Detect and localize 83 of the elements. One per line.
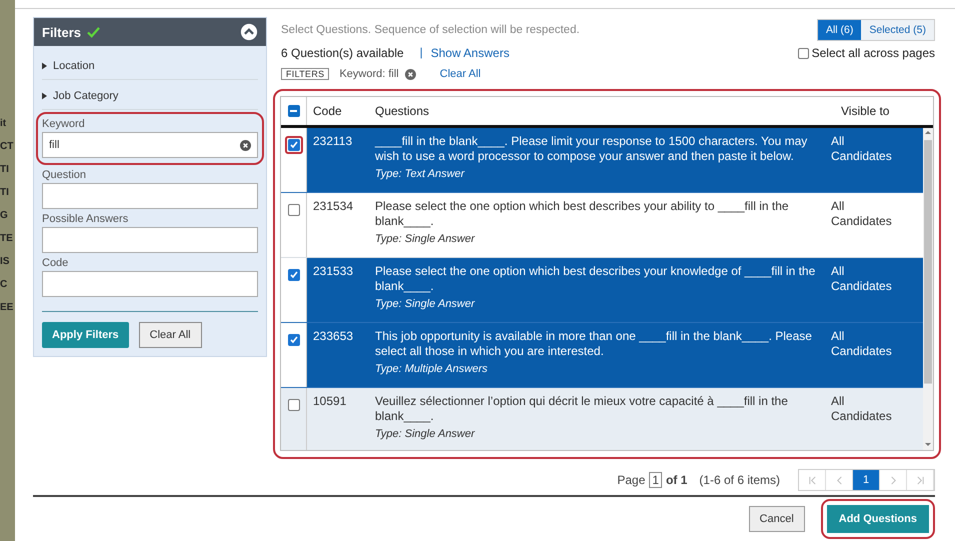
separator: | xyxy=(420,47,423,59)
code-cell: 231534 xyxy=(313,199,354,213)
available-count: 6 Question(s) available xyxy=(281,46,404,60)
field-label: Question xyxy=(42,169,88,181)
remove-icon[interactable] xyxy=(404,68,416,80)
background-text: EE xyxy=(0,302,14,313)
text-field[interactable] xyxy=(42,227,258,253)
question-text: Please select the one option which best describes your ability to ____fill in the blank____. xyxy=(375,199,790,229)
filters-title: Filters xyxy=(42,24,82,40)
question-type: Type: Multiple Answers xyxy=(375,363,488,375)
clear-icon[interactable] xyxy=(240,140,251,150)
caret-icon xyxy=(42,62,47,70)
page-button[interactable]: 1 xyxy=(853,470,880,490)
apply-filters-button[interactable]: Apply Filters xyxy=(42,322,129,348)
visible-to-cell-text: All Candidates xyxy=(831,199,893,229)
question-row[interactable]: 231533 Please select the one option which best describes your knowledge of ____fill in the blank____. Type: Single Answer All Candidates xyxy=(281,258,923,323)
question-type: Type: Text Answer xyxy=(375,168,466,180)
background-text: G xyxy=(0,210,9,221)
background-text: TI xyxy=(0,164,10,175)
column-header: Code xyxy=(312,104,343,118)
visible-to-cell-text: All Candidates xyxy=(831,329,893,359)
question-text: ____fill in the blank____. Please limit your response to 1500 characters. You may wish to use a word processor to compose your answer and then paste it below. xyxy=(375,134,808,164)
instruction-text: Select Questions. Sequence of selection will be respected. xyxy=(281,24,580,36)
first-page-icon xyxy=(808,476,816,484)
background-text: IS xyxy=(0,256,10,267)
chevron-right-icon xyxy=(888,476,898,484)
row-checkbox[interactable] xyxy=(288,269,300,281)
background-text: TE xyxy=(0,233,14,244)
field-label: Possible Answers xyxy=(42,213,130,225)
add-questions-button[interactable]: Add Questions xyxy=(826,505,929,533)
question-row[interactable]: 232113 ____fill in the blank____. Please limit your response to 1500 characters. You may wish to use a word processor to compose your answer and then paste it below. Type: Text Answer All Candidates xyxy=(281,128,923,193)
field-label: Code xyxy=(42,257,70,269)
scrollbar[interactable] xyxy=(923,128,933,450)
background-text: TI xyxy=(0,187,10,198)
code-cell: 231533 xyxy=(313,264,354,278)
clear-all-link[interactable]: Clear All xyxy=(440,68,481,80)
question-type: Type: Single Answer xyxy=(375,428,476,440)
visible-to-cell-text: All Candidates xyxy=(831,134,893,164)
select-all-checkbox[interactable]: Select all across pages xyxy=(798,46,935,60)
filter-section[interactable]: Location xyxy=(42,50,258,80)
view-tab[interactable]: Selected (5) xyxy=(861,20,934,40)
question-row[interactable]: 231534 Please select the one option which best describes your ability to ____fill in the blank____. Type: Single Answer All Candidates xyxy=(281,193,923,258)
code-cell: 233653 xyxy=(313,329,354,343)
filters-tag: FILTERS xyxy=(281,68,330,80)
show-answers-link[interactable]: Show Answers xyxy=(430,46,510,60)
row-checkbox[interactable] xyxy=(288,399,300,411)
view-tab[interactable]: All (6) xyxy=(818,20,862,40)
page-total: of 1 xyxy=(666,473,688,487)
cancel-button[interactable]: Cancel xyxy=(748,506,805,532)
background-text: CT xyxy=(0,141,14,152)
last-page-icon xyxy=(916,476,924,484)
code-cell: 10591 xyxy=(313,394,346,408)
question-type: Type: Single Answer xyxy=(375,233,476,245)
code-cell: 232113 xyxy=(313,134,352,148)
question-text: This job opportunity is available in more than one ____fill in the blank____. Please select all those in which you are interested. xyxy=(375,329,813,359)
question-type: Type: Single Answer xyxy=(375,298,476,310)
question-text: Veuillez sélectionner l’option qui décrit le mieux votre capacité à ____fill in the blank____. xyxy=(375,394,789,424)
row-checkbox[interactable] xyxy=(288,334,300,346)
question-row[interactable]: 10591 Veuillez sélectionner l’option qui décrit le mieux votre capacité à ____fill in the blank____. Type: Single Answer All Candidates xyxy=(281,388,923,450)
page-label: Page xyxy=(617,473,646,487)
question-text: Please select the one option which best describes your knowledge of ____fill in the blank____. xyxy=(375,264,816,294)
chevron-left-icon xyxy=(834,476,844,484)
background-text: C xyxy=(0,279,8,290)
clear-all-button[interactable]: Clear All xyxy=(138,322,202,348)
field-label: Keyword xyxy=(42,118,86,130)
column-header: Visible to xyxy=(841,104,890,118)
collapse-icon[interactable] xyxy=(240,23,258,41)
filter-label: Keyword: fill xyxy=(339,68,399,80)
filter-section[interactable]: Job Category xyxy=(42,80,258,110)
column-header: Questions xyxy=(375,104,430,118)
row-checkbox[interactable] xyxy=(288,139,300,151)
row-checkbox[interactable] xyxy=(288,204,300,216)
page-field[interactable]: 1 xyxy=(649,472,662,488)
caret-icon xyxy=(42,92,47,100)
item-range: (1-6 of 6 items) xyxy=(699,473,780,487)
background-text: it xyxy=(0,118,8,129)
partial-checkbox[interactable] xyxy=(288,105,300,117)
question-row[interactable]: 233653 This job opportunity is available in more than one ____fill in the blank____. Please select all those in which you are interested. Type: Multiple Answers All Candidates xyxy=(281,323,923,388)
text-field[interactable] xyxy=(42,183,258,209)
visible-to-cell-text: All Candidates xyxy=(831,264,893,294)
text-field[interactable]: fill xyxy=(42,132,258,158)
text-field[interactable] xyxy=(42,271,258,297)
visible-to-cell-text: All Candidates xyxy=(831,394,893,424)
